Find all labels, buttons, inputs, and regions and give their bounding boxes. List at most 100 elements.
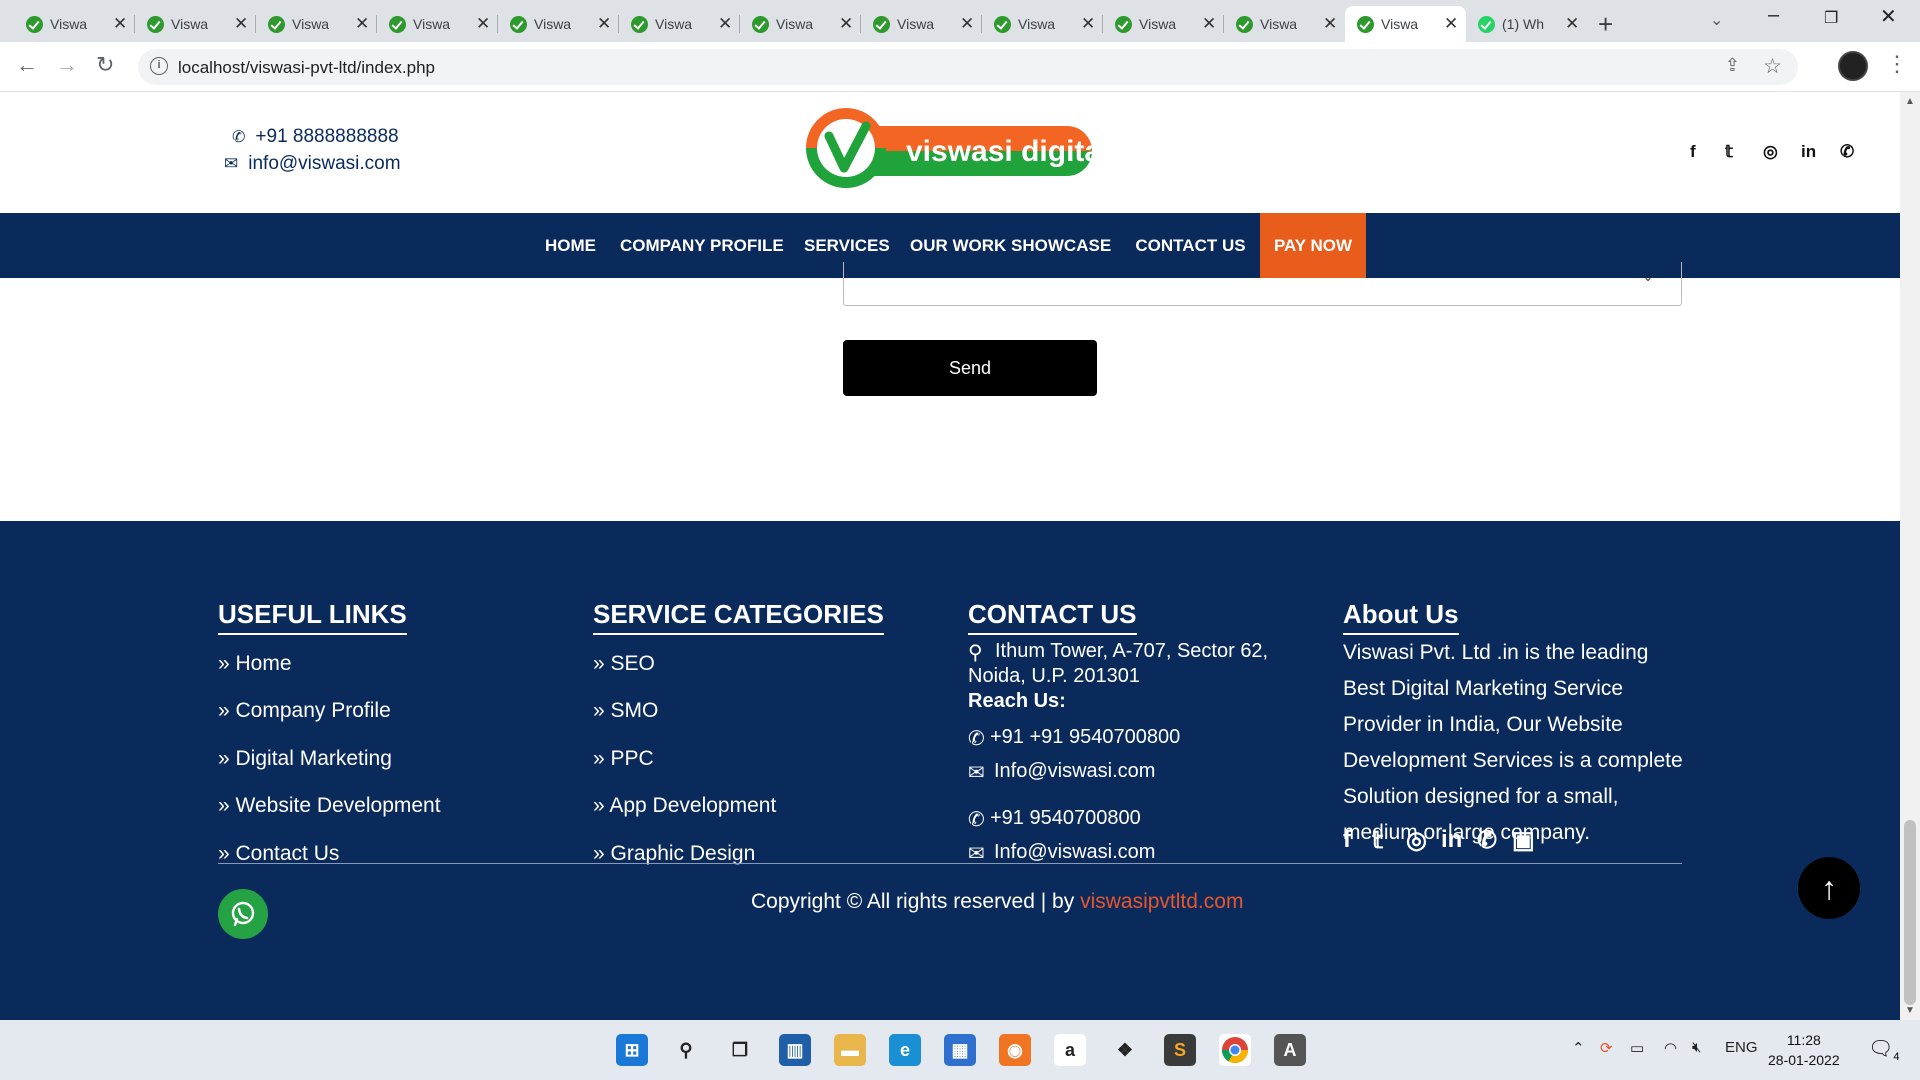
browser-tab[interactable]: Viswa ✕ xyxy=(14,6,135,42)
back-to-top-button[interactable]: ↑ xyxy=(1798,857,1860,919)
chevron-up-icon[interactable]: ⌃ xyxy=(1572,1039,1585,1057)
firefox-icon[interactable]: ◉ xyxy=(999,1034,1031,1066)
forward-icon[interactable]: → xyxy=(56,52,78,78)
store-icon[interactable]: ▦ xyxy=(944,1034,976,1066)
chrome-icon[interactable] xyxy=(1219,1034,1251,1066)
twitter-icon[interactable]: 𝕥 xyxy=(1372,826,1383,855)
facebook-icon[interactable]: f xyxy=(1690,142,1696,162)
footer-service-smo[interactable]: » SMO xyxy=(593,699,658,723)
scroll-up-icon[interactable]: ▲ xyxy=(1905,96,1915,107)
browser-tab[interactable]: Viswa ✕ xyxy=(861,6,982,42)
task-view-icon[interactable]: ❐ xyxy=(724,1034,756,1066)
language-indicator[interactable]: ENG xyxy=(1725,1039,1758,1056)
contact-phone-1[interactable]: +91 +91 9540700800 xyxy=(990,726,1180,749)
browser-tab-active[interactable]: Viswa ✕ xyxy=(1345,6,1466,42)
dropbox-icon[interactable]: ❖ xyxy=(1109,1034,1141,1066)
page-scrollbar[interactable]: ▲ ▼ xyxy=(1900,92,1920,1020)
send-button[interactable]: Send xyxy=(843,340,1097,396)
close-icon[interactable]: ✕ xyxy=(476,14,490,34)
contact-email-1[interactable]: Info@viswasi.com xyxy=(994,760,1155,783)
facebook-icon[interactable]: f xyxy=(1343,826,1351,854)
wifi-icon[interactable]: ◠ xyxy=(1664,1039,1677,1057)
footer-link-digital-marketing[interactable]: » Digital Marketing xyxy=(218,747,392,771)
browser-tab[interactable]: Viswa ✕ xyxy=(982,6,1103,42)
close-icon[interactable]: ✕ xyxy=(1081,14,1095,34)
linkedin-icon[interactable]: in xyxy=(1801,142,1816,162)
address-bar[interactable]: i localhost/viswasi-pvt-ltd/index.php ⇪ … xyxy=(138,49,1798,85)
file-explorer-icon[interactable]: ▬ xyxy=(834,1034,866,1066)
whatsapp-icon[interactable]: ✆ xyxy=(1840,142,1854,162)
close-icon[interactable]: ✕ xyxy=(1565,14,1579,34)
back-icon[interactable]: ← xyxy=(16,52,38,78)
topbar-phone[interactable]: ✆ +91 8888888888 xyxy=(232,126,399,148)
close-icon[interactable]: ✕ xyxy=(718,14,732,34)
share-icon[interactable]: ⇪ xyxy=(1725,55,1740,76)
copyright-brand-link[interactable]: viswasipvtltd.com xyxy=(1080,890,1243,913)
url-text[interactable]: localhost/viswasi-pvt-ltd/index.php xyxy=(178,58,435,78)
info-icon[interactable]: i xyxy=(150,57,168,75)
minimize-icon[interactable]: – xyxy=(1768,4,1779,27)
app-icon[interactable]: A xyxy=(1274,1034,1306,1066)
search-icon[interactable]: ⚲ xyxy=(670,1034,702,1066)
nav-home[interactable]: HOME xyxy=(545,213,596,278)
sync-icon[interactable]: ⟳ xyxy=(1600,1039,1613,1057)
linkedin-icon[interactable]: in xyxy=(1441,826,1462,854)
scrollbar-thumb[interactable] xyxy=(1904,820,1916,1005)
close-icon[interactable]: ✕ xyxy=(1202,14,1216,34)
close-icon[interactable]: ✕ xyxy=(234,14,248,34)
footer-link-website-development[interactable]: » Website Development xyxy=(218,794,441,818)
amazon-icon[interactable]: a xyxy=(1054,1034,1086,1066)
browser-tab[interactable]: Viswa ✕ xyxy=(135,6,256,42)
footer-link-company-profile[interactable]: » Company Profile xyxy=(218,699,391,723)
new-tab-icon[interactable]: + xyxy=(1598,9,1613,40)
footer-service-app-development[interactable]: » App Development xyxy=(593,794,776,818)
browser-tab[interactable]: Viswa ✕ xyxy=(1224,6,1345,42)
browser-tab[interactable]: Viswa ✕ xyxy=(377,6,498,42)
system-clock[interactable]: 11:28 28-01-2022 xyxy=(1768,1030,1840,1070)
scroll-down-icon[interactable]: ▼ xyxy=(1905,1005,1915,1016)
service-select[interactable]: ⌄ xyxy=(843,262,1682,306)
close-window-icon[interactable]: ✕ xyxy=(1880,4,1897,29)
instagram-icon[interactable]: ◎ xyxy=(1406,826,1427,855)
close-icon[interactable]: ✕ xyxy=(113,14,127,34)
whatsapp-float-button[interactable] xyxy=(218,889,268,939)
browser-tab[interactable]: Viswa ✕ xyxy=(619,6,740,42)
browser-tab[interactable]: Viswa ✕ xyxy=(256,6,377,42)
close-icon[interactable]: ✕ xyxy=(1323,14,1337,34)
profile-avatar[interactable] xyxy=(1838,51,1868,81)
edge-icon[interactable]: e xyxy=(889,1034,921,1066)
close-icon[interactable]: ✕ xyxy=(597,14,611,34)
reload-icon[interactable]: ↻ xyxy=(96,52,114,78)
close-icon[interactable]: ✕ xyxy=(355,14,369,34)
browser-tab[interactable]: (1) Wh ✕ xyxy=(1466,6,1587,42)
tab-search-icon[interactable]: ⌄ xyxy=(1710,10,1723,30)
widgets-icon[interactable]: ▥ xyxy=(779,1034,811,1066)
site-logo[interactable]: viswasi digital xyxy=(804,106,1094,190)
browser-tab[interactable]: Viswa ✕ xyxy=(740,6,861,42)
volume-muted-icon[interactable]: 🔇︎ xyxy=(1692,1039,1701,1056)
restore-icon[interactable]: ❐ xyxy=(1824,8,1838,28)
footer-link-home[interactable]: » Home xyxy=(218,652,292,676)
sublime-text-icon[interactable]: S xyxy=(1164,1034,1196,1066)
footer-service-seo[interactable]: » SEO xyxy=(593,652,655,676)
topbar-email[interactable]: ✉ info@viswasi.com xyxy=(224,153,401,175)
tab-title: Viswa xyxy=(1018,16,1056,32)
twitter-icon[interactable]: 𝕥 xyxy=(1725,142,1733,162)
contact-phone-2[interactable]: +91 9540700800 xyxy=(990,807,1141,830)
close-icon[interactable]: ✕ xyxy=(960,14,974,34)
notification-center-icon[interactable]: 🗨︎4 xyxy=(1868,1036,1900,1063)
close-icon[interactable]: ✕ xyxy=(1444,14,1458,34)
contact-email-2[interactable]: Info@viswasi.com xyxy=(994,841,1155,864)
instagram-icon[interactable]: ◎ xyxy=(1763,142,1778,162)
nav-company-profile[interactable]: COMPANY PROFILE xyxy=(620,213,784,278)
whatsapp-icon[interactable]: ✆ xyxy=(1477,826,1497,855)
footer-service-ppc[interactable]: » PPC xyxy=(593,747,654,771)
bookmark-star-icon[interactable]: ☆ xyxy=(1763,54,1782,79)
browser-tab[interactable]: Viswa ✕ xyxy=(498,6,619,42)
menu-kebab-icon[interactable]: ⋮ xyxy=(1886,51,1908,77)
browser-tab[interactable]: Viswa ✕ xyxy=(1103,6,1224,42)
battery-icon[interactable]: ▭ xyxy=(1630,1039,1644,1057)
close-icon[interactable]: ✕ xyxy=(839,14,853,34)
windows-start-icon[interactable]: ⊞ xyxy=(616,1034,648,1066)
youtube-icon[interactable]: ▣ xyxy=(1512,826,1535,855)
